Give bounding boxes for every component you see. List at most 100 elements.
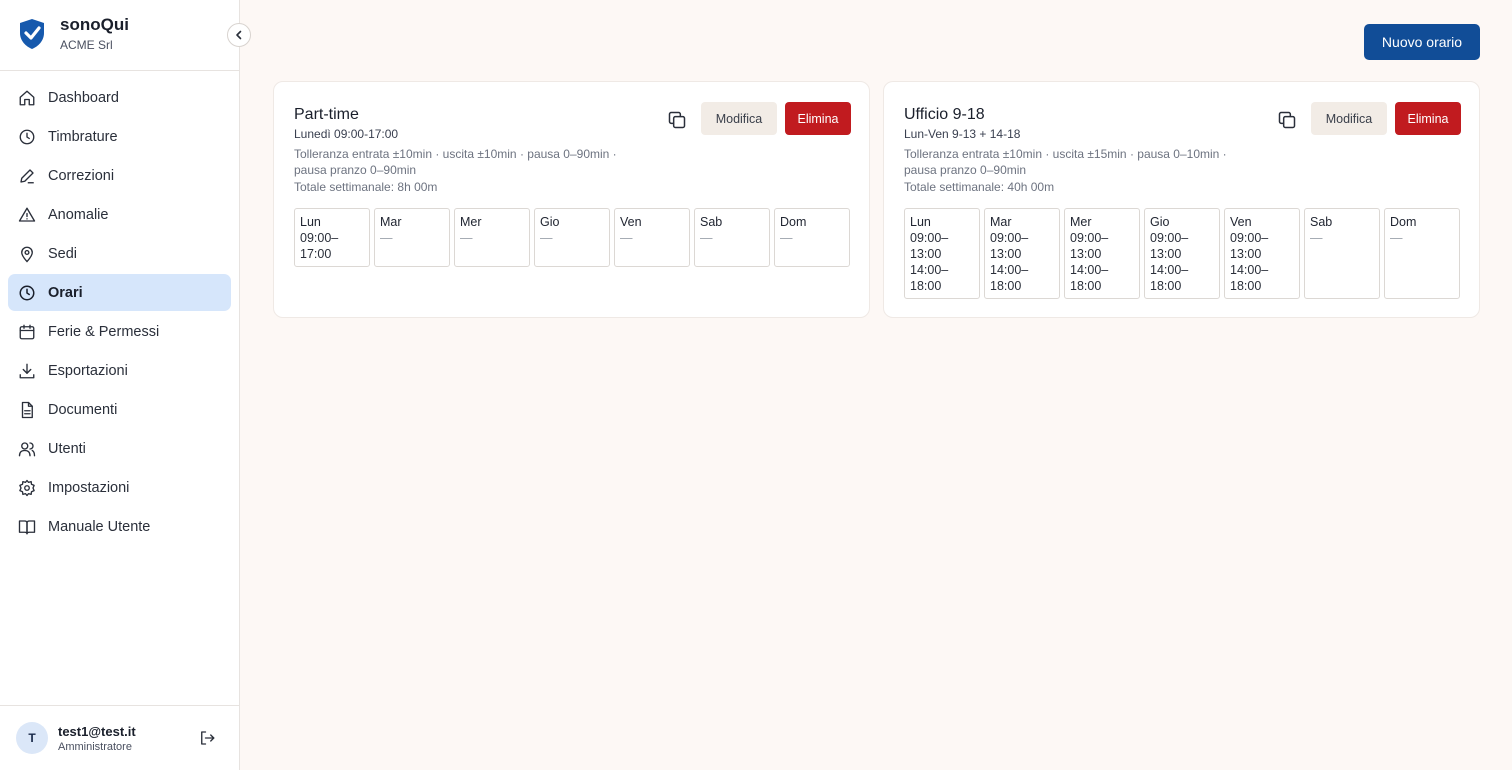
sidebar-item-label: Orari [48, 284, 83, 301]
sidebar-item-documenti[interactable]: Documenti [8, 391, 231, 428]
edit-button[interactable]: Modifica [701, 102, 777, 135]
day-name: Ven [1230, 215, 1252, 229]
schedule-card: Ufficio 9-18 Lun-Ven 9-13 + 14-18 Toller… [883, 81, 1480, 318]
day-hours: — [380, 231, 393, 245]
sidebar-item-esportazioni[interactable]: Esportazioni [8, 352, 231, 389]
gear-icon [19, 479, 35, 496]
day-name: Dom [1390, 215, 1417, 229]
day-hours: 09:00– 13:00 14:00– 18:00 [1150, 231, 1189, 293]
day-cell: Mer — [454, 208, 530, 267]
brand-name: sonoQui [60, 15, 129, 34]
day-name: Mer [1070, 215, 1092, 229]
day-name: Lun [300, 215, 321, 229]
day-cell: Lun 09:00– 13:00 14:00– 18:00 [904, 208, 980, 299]
sidebar-item-anomalie[interactable]: Anomalie [8, 196, 231, 233]
document-icon [21, 401, 33, 418]
user-role: Amministratore [58, 741, 132, 753]
week-days: Lun 09:00– 17:00 Mar — Mer — Gio — Ven — Sab —… [294, 208, 850, 267]
day-cell: Sab — [1304, 208, 1380, 299]
home-icon [19, 90, 35, 105]
day-hours: 09:00– 13:00 14:00– 18:00 [1230, 231, 1269, 293]
sidebar-item-label: Documenti [48, 401, 118, 418]
schedule-title: Part-time [294, 106, 359, 123]
sidebar-item-label: Dashboard [48, 89, 119, 106]
day-hours: 09:00– 13:00 14:00– 18:00 [910, 231, 949, 293]
day-name: Mer [460, 215, 482, 229]
day-name: Gio [1150, 215, 1170, 229]
schedule-tolerance: Tolleranza entrata ±10min · uscita ±10mi… [294, 147, 617, 177]
sidebar-item-label: Correzioni [48, 167, 115, 184]
schedule-title: Ufficio 9-18 [904, 106, 985, 123]
delete-button[interactable]: Elimina [785, 102, 851, 135]
day-cell: Mar 09:00– 13:00 14:00– 18:00 [984, 208, 1060, 299]
users-icon [18, 441, 36, 456]
sidebar-item-label: Manuale Utente [48, 518, 151, 535]
sidebar-item-label: Impostazioni [48, 479, 130, 496]
day-cell: Mer 09:00– 13:00 14:00– 18:00 [1064, 208, 1140, 299]
sidebar-item-manuale-utente[interactable]: Manuale Utente [8, 508, 231, 545]
day-cell: Gio — [534, 208, 610, 267]
avatar: T [16, 722, 48, 754]
day-hours: — [460, 231, 473, 245]
user-panel: T test1@test.it Amministratore [0, 705, 239, 770]
day-name: Dom [780, 215, 807, 229]
sidebar-item-ferie-permessi[interactable]: Ferie & Permessi [8, 313, 231, 350]
day-name: Lun [910, 215, 931, 229]
day-hours: — [1390, 231, 1403, 245]
day-cell: Ven 09:00– 13:00 14:00– 18:00 [1224, 208, 1300, 299]
day-hours: — [780, 231, 793, 245]
day-cell: Gio 09:00– 13:00 14:00– 18:00 [1144, 208, 1220, 299]
day-name: Ven [620, 215, 642, 229]
day-cell: Ven — [614, 208, 690, 267]
sidebar-item-dashboard[interactable]: Dashboard [8, 79, 231, 116]
sidebar-item-timbrature[interactable]: Timbrature [8, 118, 231, 155]
book-icon [18, 519, 36, 534]
sidebar-item-sedi[interactable]: Sedi [8, 235, 231, 272]
day-cell: Mar — [374, 208, 450, 267]
day-cell: Dom — [774, 208, 850, 267]
sidebar-item-utenti[interactable]: Utenti [8, 430, 231, 467]
day-hours: 09:00– 13:00 14:00– 18:00 [990, 231, 1029, 293]
sidebar-item-orari[interactable]: Orari [8, 274, 231, 311]
sidebar-item-label: Esportazioni [48, 362, 128, 379]
day-name: Sab [1310, 215, 1333, 229]
day-hours: — [540, 231, 553, 245]
sidebar-item-label: Anomalie [48, 206, 109, 223]
day-hours: 09:00– 17:00 [300, 231, 339, 261]
download-icon [19, 363, 35, 378]
clock-icon [19, 285, 35, 300]
day-cell: Sab — [694, 208, 770, 267]
sidebar-item-label: Timbrature [48, 128, 118, 145]
sidebar-item-label: Ferie & Permessi [48, 323, 160, 340]
warning-icon [18, 207, 36, 222]
new-schedule-button[interactable]: Nuovo orario [1364, 24, 1480, 60]
sidebar-item-label: Utenti [48, 440, 86, 457]
copy-icon[interactable] [667, 110, 687, 130]
schedule-weekly-total: Totale settimanale: 40h 00m [904, 180, 1055, 194]
edit-button[interactable]: Modifica [1311, 102, 1387, 135]
shield-check-logo-icon [20, 19, 44, 49]
schedule-tolerance: Tolleranza entrata ±10min · uscita ±15mi… [904, 147, 1227, 177]
user-email: test1@test.it [58, 724, 136, 739]
brand-header: sonoQui ACME Srl [0, 0, 239, 71]
day-name: Gio [540, 215, 560, 229]
copy-icon[interactable] [1277, 110, 1297, 130]
day-hours: 09:00– 13:00 14:00– 18:00 [1070, 231, 1109, 293]
calendar-icon [19, 324, 35, 339]
sidebar-item-correzioni[interactable]: Correzioni [8, 157, 231, 194]
sidebar-item-label: Sedi [48, 245, 78, 262]
sidebar-item-impostazioni[interactable]: Impostazioni [8, 469, 231, 506]
pencil-icon [20, 168, 34, 183]
delete-button[interactable]: Elimina [1395, 102, 1461, 135]
schedule-subtitle: Lun-Ven 9-13 + 14-18 [904, 127, 1021, 141]
chevron-left-icon [236, 30, 242, 40]
day-hours: — [1310, 231, 1323, 245]
day-hours: — [620, 231, 633, 245]
schedule-subtitle: Lunedì 09:00-17:00 [294, 127, 399, 141]
schedule-weekly-total: Totale settimanale: 8h 00m [294, 180, 438, 194]
sidebar-nav: Dashboard Timbrature Correzioni Anomalie… [8, 79, 231, 547]
logout-icon[interactable] [198, 729, 216, 747]
collapse-sidebar-button[interactable] [227, 23, 251, 47]
day-hours: — [700, 231, 713, 245]
sidebar: sonoQui ACME Srl Dashboard Timbrature Co… [0, 0, 251, 770]
